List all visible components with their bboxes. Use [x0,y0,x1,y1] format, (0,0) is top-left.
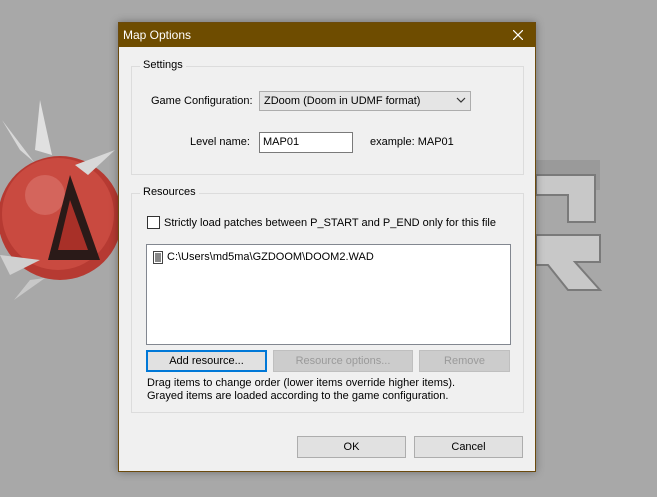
resource-options-button[interactable]: Resource options... [273,350,413,372]
add-resource-label: Add resource... [169,355,244,367]
remove-button[interactable]: Remove [419,350,510,372]
level-name-field[interactable]: MAP01 [259,132,353,153]
game-config-label: Game Configuration: [151,95,253,107]
cancel-button[interactable]: Cancel [414,436,523,458]
resources-list[interactable]: C:\Users\md5ma\GZDOOM\DOOM2.WAD [146,244,511,345]
strict-patches-checkbox[interactable] [147,216,160,229]
game-config-value: ZDoom (Doom in UDMF format) [264,95,421,107]
resource-path: C:\Users\md5ma\GZDOOM\DOOM2.WAD [167,251,374,263]
resources-group: Resources Strictly load patches between … [131,186,524,413]
settings-group-label: Settings [140,59,186,71]
add-resource-button[interactable]: Add resource... [146,350,267,372]
resources-group-label: Resources [140,186,199,198]
resource-options-label: Resource options... [295,355,391,367]
title-bar: Map Options [119,23,535,47]
list-item[interactable]: C:\Users\md5ma\GZDOOM\DOOM2.WAD [153,249,374,265]
grayed-hint: Grayed items are loaded according to the… [147,390,449,402]
strict-patches-label: Strictly load patches between P_START an… [164,217,496,229]
remove-label: Remove [444,355,485,367]
window-title: Map Options [123,28,192,42]
chevron-down-icon [456,97,466,103]
close-icon [513,30,523,40]
game-config-dropdown[interactable]: ZDoom (Doom in UDMF format) [259,91,471,111]
ok-button[interactable]: OK [297,436,406,458]
level-name-example: example: MAP01 [370,136,454,148]
level-name-label: Level name: [190,136,250,148]
ok-label: OK [343,441,360,453]
drag-hint: Drag items to change order (lower items … [147,377,456,389]
close-button[interactable] [501,23,535,47]
cancel-label: Cancel [451,441,486,453]
file-icon [153,250,163,264]
map-options-dialog: Map Options Settings Game Configuration:… [118,22,536,472]
settings-group: Settings Game Configuration: ZDoom (Doom… [131,59,524,175]
